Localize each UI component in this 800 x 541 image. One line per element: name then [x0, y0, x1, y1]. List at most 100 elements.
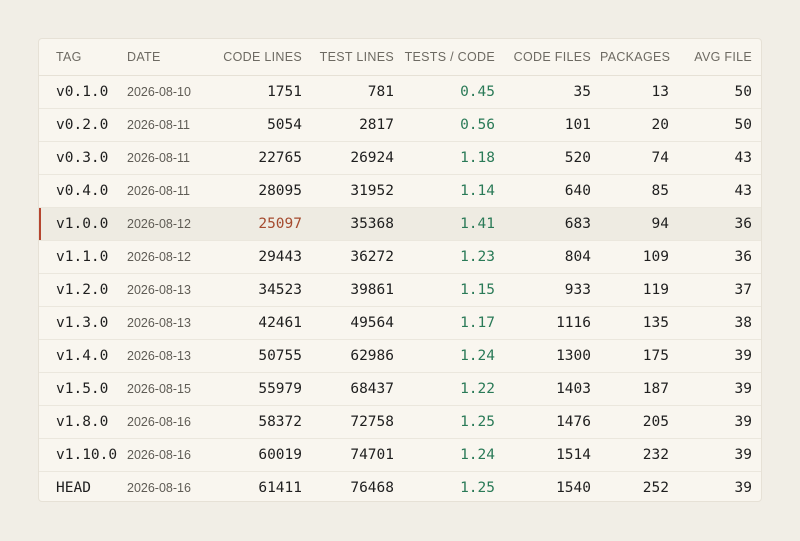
- cell-code-lines-value: 55979: [258, 381, 302, 397]
- cell-date: 2026-08-13: [125, 339, 221, 373]
- cell-avg-file: 50: [678, 108, 761, 142]
- cell-test-lines-value: 49564: [350, 315, 394, 331]
- cell-test-lines-value: 35368: [350, 216, 394, 232]
- cell-code-lines-value: 28095: [258, 183, 302, 199]
- cell-tests-per-code: 1.22: [403, 372, 509, 406]
- cell-tests-per-code: 1.25: [403, 472, 509, 502]
- table-row[interactable]: v0.3.0 2026-08-11 22765 26924 1.18 520 74 43: [39, 141, 761, 175]
- cell-date-value: 2026-08-11: [127, 184, 191, 198]
- cell-tag-value: HEAD: [56, 480, 91, 496]
- release-stats-table: TAG DATE CODE LINES TEST LINES TESTS / C…: [39, 39, 761, 502]
- cell-avg-file: 43: [678, 141, 761, 175]
- header-packages[interactable]: PACKAGES: [600, 39, 678, 76]
- cell-tests-per-code: 1.41: [403, 207, 509, 241]
- cell-code-files: 520: [509, 141, 600, 175]
- cell-code-files-value: 683: [564, 216, 591, 232]
- cell-tag-value: v1.8.0: [56, 414, 109, 430]
- cell-code-files-value: 804: [564, 249, 591, 265]
- cell-date-value: 2026-08-16: [127, 448, 191, 462]
- cell-test-lines-value: 68437: [350, 381, 394, 397]
- table-row[interactable]: v1.0.0 2026-08-12 25097 35368 1.41 683 94 36: [39, 207, 761, 241]
- table-row[interactable]: v1.10.0 2026-08-16 60019 74701 1.24 1514 232 39: [39, 438, 761, 472]
- table-row[interactable]: v1.4.0 2026-08-13 50755 62986 1.24 1300 175 39: [39, 339, 761, 373]
- cell-code-lines: 50755: [221, 339, 311, 373]
- cell-tag: v0.4.0: [39, 174, 125, 208]
- cell-code-files: 1300: [509, 339, 600, 373]
- cell-avg-file-value: 37: [734, 282, 752, 298]
- cell-avg-file-value: 36: [734, 249, 752, 265]
- header-code-files[interactable]: CODE FILES: [509, 39, 600, 76]
- header-avg-file[interactable]: AVG FILE: [678, 39, 761, 76]
- table-row[interactable]: v1.2.0 2026-08-13 34523 39861 1.15 933 119 37: [39, 273, 761, 307]
- cell-test-lines-value: 62986: [350, 348, 394, 364]
- table-row[interactable]: v0.1.0 2026-08-10 1751 781 0.45 35 13 50: [39, 75, 761, 109]
- cell-tests-per-code: 1.18: [403, 141, 509, 175]
- cell-date-value: 2026-08-13: [127, 316, 191, 330]
- cell-code-lines: 34523: [221, 273, 311, 307]
- table-row[interactable]: v1.1.0 2026-08-12 29443 36272 1.23 804 109 36: [39, 240, 761, 274]
- cell-date-value: 2026-08-11: [127, 118, 191, 132]
- table-row[interactable]: v0.4.0 2026-08-11 28095 31952 1.14 640 85 43: [39, 174, 761, 208]
- header-tag[interactable]: TAG: [39, 39, 125, 76]
- cell-avg-file-value: 50: [734, 84, 752, 100]
- cell-code-files-value: 640: [564, 183, 591, 199]
- cell-date-value: 2026-08-12: [127, 250, 191, 264]
- cell-avg-file-value: 39: [734, 348, 752, 364]
- cell-code-lines-value: 22765: [258, 150, 302, 166]
- cell-tests-per-code-value: 1.18: [460, 150, 495, 166]
- table-row[interactable]: v1.8.0 2026-08-16 58372 72758 1.25 1476 205 39: [39, 405, 761, 439]
- table-row[interactable]: v1.5.0 2026-08-15 55979 68437 1.22 1403 187 39: [39, 372, 761, 406]
- cell-packages-value: 252: [642, 480, 669, 496]
- cell-code-lines: 60019: [221, 438, 311, 472]
- header-test-lines[interactable]: TEST LINES: [311, 39, 403, 76]
- cell-packages-value: 175: [642, 348, 669, 364]
- cell-test-lines-value: 31952: [350, 183, 394, 199]
- cell-tag-value: v0.2.0: [56, 117, 109, 133]
- cell-test-lines: 74701: [311, 438, 403, 472]
- cell-code-lines: 28095: [221, 174, 311, 208]
- table-row[interactable]: HEAD 2026-08-16 61411 76468 1.25 1540 252 39: [39, 472, 761, 502]
- cell-date-value: 2026-08-10: [127, 85, 191, 99]
- cell-tests-per-code: 0.56: [403, 108, 509, 142]
- cell-code-lines: 29443: [221, 240, 311, 274]
- cell-date: 2026-08-11: [125, 141, 221, 175]
- header-date[interactable]: DATE: [125, 39, 221, 76]
- cell-tests-per-code-value: 1.25: [460, 414, 495, 430]
- cell-tag-value: v1.1.0: [56, 249, 109, 265]
- release-stats-card: TAG DATE CODE LINES TEST LINES TESTS / C…: [38, 38, 762, 502]
- cell-avg-file-value: 39: [734, 381, 752, 397]
- cell-packages-value: 109: [642, 249, 669, 265]
- cell-code-lines: 22765: [221, 141, 311, 175]
- cell-code-files: 933: [509, 273, 600, 307]
- cell-date: 2026-08-15: [125, 372, 221, 406]
- cell-test-lines-value: 36272: [350, 249, 394, 265]
- cell-tests-per-code-value: 1.24: [460, 348, 495, 364]
- header-row: TAG DATE CODE LINES TEST LINES TESTS / C…: [39, 39, 761, 76]
- cell-tag: v1.1.0: [39, 240, 125, 274]
- cell-date-value: 2026-08-16: [127, 415, 191, 429]
- cell-code-files: 1476: [509, 405, 600, 439]
- cell-test-lines-value: 76468: [350, 480, 394, 496]
- cell-packages-value: 13: [651, 84, 669, 100]
- table-row[interactable]: v1.3.0 2026-08-13 42461 49564 1.17 1116 135 38: [39, 306, 761, 340]
- header-tests-per-code[interactable]: TESTS / CODE: [403, 39, 509, 76]
- cell-test-lines-value: 2817: [359, 117, 394, 133]
- cell-code-files-value: 933: [564, 282, 591, 298]
- cell-date: 2026-08-12: [125, 207, 221, 241]
- cell-avg-file: 43: [678, 174, 761, 208]
- cell-code-files: 804: [509, 240, 600, 274]
- cell-tag-value: v1.2.0: [56, 282, 109, 298]
- cell-tag: HEAD: [39, 472, 125, 502]
- header-code-lines[interactable]: CODE LINES: [221, 39, 311, 76]
- cell-test-lines-value: 39861: [350, 282, 394, 298]
- cell-packages-value: 94: [651, 216, 669, 232]
- cell-code-files-value: 1300: [556, 348, 591, 364]
- cell-test-lines: 36272: [311, 240, 403, 274]
- cell-packages-value: 232: [642, 447, 669, 463]
- cell-code-files-value: 520: [564, 150, 591, 166]
- table-row[interactable]: v0.2.0 2026-08-11 5054 2817 0.56 101 20 50: [39, 108, 761, 142]
- cell-code-files-value: 1116: [556, 315, 591, 331]
- cell-avg-file: 36: [678, 207, 761, 241]
- cell-code-files: 1540: [509, 472, 600, 502]
- cell-test-lines: 26924: [311, 141, 403, 175]
